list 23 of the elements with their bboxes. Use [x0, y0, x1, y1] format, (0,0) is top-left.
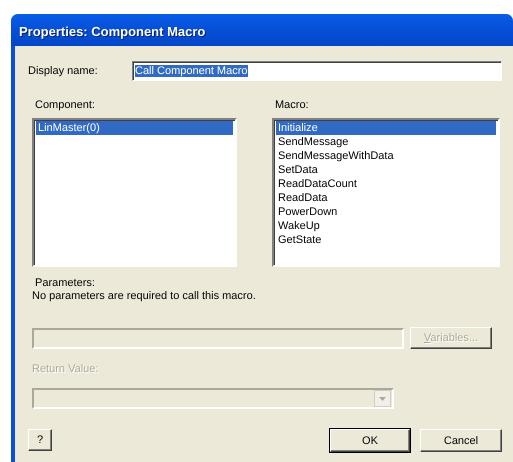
list-item[interactable]: SetData: [276, 163, 496, 177]
list-item[interactable]: SendMessage: [276, 135, 496, 149]
list-item[interactable]: SendMessageWithData: [276, 149, 496, 163]
list-item[interactable]: WakeUp: [276, 219, 496, 233]
return-value-label: Return Value:: [32, 363, 100, 376]
list-item[interactable]: ReadDataCount: [276, 177, 496, 191]
list-item[interactable]: ReadData: [276, 191, 496, 205]
list-item[interactable]: LinMaster(0): [36, 121, 233, 135]
list-item[interactable]: PowerDown: [276, 205, 496, 219]
return-value-dropdown[interactable]: [32, 388, 394, 409]
dropdown-arrow-icon: [379, 396, 386, 400]
parameters-label: Parameters:: [35, 277, 96, 290]
cancel-button[interactable]: Cancel: [420, 429, 502, 452]
field-label: Display name:: [28, 65, 99, 77]
list-item[interactable]: Initialize: [276, 121, 496, 135]
parameters-description: No parameters are required to call this macro.: [32, 290, 257, 303]
window-title: Properties: Component Macro: [11, 14, 513, 46]
list-label: Component:: [34, 99, 96, 112]
display-name-field[interactable]: Call Component Macro: [132, 61, 502, 81]
list-label: Macro:: [274, 99, 310, 112]
help-button[interactable]: ?: [28, 429, 52, 451]
list-item[interactable]: GetState: [276, 233, 496, 247]
ok-button[interactable]: OK: [330, 429, 410, 452]
